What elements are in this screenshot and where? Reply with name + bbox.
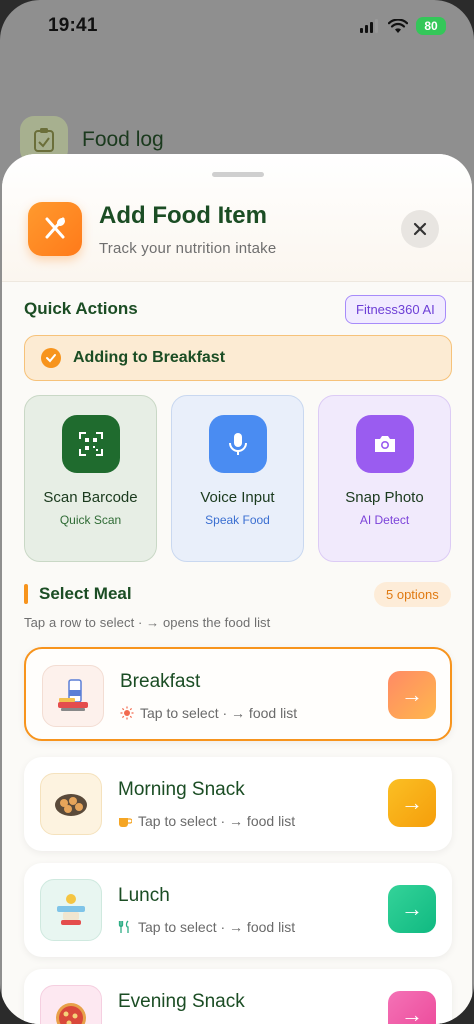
status-time: 19:41 bbox=[48, 15, 98, 36]
section-accent-bar bbox=[24, 584, 28, 604]
meal-row-lunch[interactable]: Lunch Tap to select · → food list → bbox=[24, 863, 452, 957]
meal-title: Breakfast bbox=[120, 671, 201, 692]
voice-input-tile[interactable]: Voice Input Speak Food bbox=[171, 395, 304, 562]
utensils-icon bbox=[118, 920, 129, 933]
qr-scan-icon bbox=[61, 415, 120, 473]
arrow-right-icon: → bbox=[401, 790, 423, 815]
wifi-icon bbox=[388, 18, 408, 33]
close-icon bbox=[413, 222, 427, 236]
breakfast-image bbox=[42, 665, 104, 727]
meal-row-morning-snack[interactable]: Morning Snack Tap to select · → food lis… bbox=[24, 757, 452, 851]
arrow-right-icon: → bbox=[401, 896, 423, 921]
microphone-icon bbox=[208, 415, 267, 473]
signal-icon bbox=[360, 19, 378, 33]
options-count-badge: 5 options bbox=[374, 582, 451, 607]
arrow-right-icon: → bbox=[401, 1002, 423, 1024]
device-screen: 19:41 80 Food log Add Food Item Track yo… bbox=[0, 0, 474, 1024]
select-meal-hint: Tap a row to select · → opens the food l… bbox=[24, 615, 271, 630]
arrow-right-icon: → bbox=[401, 682, 423, 707]
check-icon bbox=[41, 348, 61, 368]
meal-title: Evening Snack bbox=[118, 991, 245, 1012]
fork-knife-icon bbox=[28, 202, 82, 256]
sun-icon bbox=[120, 706, 134, 720]
sheet-title: Add Food Item bbox=[99, 202, 267, 229]
meal-title: Lunch bbox=[118, 885, 170, 906]
status-bar: 19:41 80 bbox=[0, 0, 474, 52]
tile-title: Snap Photo bbox=[345, 489, 424, 506]
drag-handle[interactable] bbox=[212, 172, 264, 177]
lunch-image bbox=[40, 879, 102, 941]
scan-barcode-tile[interactable]: Scan Barcode Quick Scan bbox=[24, 395, 157, 562]
open-food-list-button[interactable]: → bbox=[388, 885, 436, 933]
ai-badge: Fitness360 AI bbox=[345, 295, 446, 324]
sheet-subtitle: Track your nutrition intake bbox=[99, 240, 277, 257]
adding-text: Adding to Breakfast bbox=[73, 349, 226, 366]
status-icons: 80 bbox=[360, 17, 446, 35]
open-food-list-button[interactable]: → bbox=[388, 991, 436, 1024]
snap-photo-tile[interactable]: Snap Photo AI Detect bbox=[318, 395, 451, 562]
tile-subtitle: Quick Scan bbox=[59, 513, 122, 527]
open-food-list-button[interactable]: → bbox=[388, 671, 436, 719]
quick-actions-title: Quick Actions bbox=[24, 299, 138, 318]
meal-row-breakfast[interactable]: Breakfast Tap to select · → food list → bbox=[24, 647, 452, 741]
meal-subtitle: Tap to select · → food list bbox=[118, 813, 295, 829]
coffee-icon bbox=[119, 818, 132, 827]
tile-subtitle: AI Detect bbox=[359, 513, 410, 527]
battery-badge: 80 bbox=[416, 17, 446, 35]
open-food-list-button[interactable]: → bbox=[388, 779, 436, 827]
meal-subtitle-text: Tap to select · → food list bbox=[140, 705, 298, 721]
meal-subtitle: Tap to select · → food list bbox=[120, 705, 297, 721]
meal-subtitle-text: Tap to select · → food list bbox=[138, 919, 296, 935]
tile-title: Scan Barcode bbox=[43, 489, 138, 506]
meal-row-evening-snack[interactable]: Evening Snack → bbox=[24, 969, 452, 1024]
evening-snack-image bbox=[40, 985, 102, 1024]
add-food-sheet: Add Food Item Track your nutrition intak… bbox=[2, 154, 472, 1024]
close-button[interactable] bbox=[401, 210, 439, 248]
sheet-header: Add Food Item Track your nutrition intak… bbox=[2, 154, 472, 282]
select-meal-title: Select Meal bbox=[39, 584, 132, 603]
background-title: Food log bbox=[82, 128, 164, 151]
meal-subtitle-text: Tap to select · → food list bbox=[138, 813, 296, 829]
camera-icon bbox=[355, 415, 414, 473]
tile-title: Voice Input bbox=[200, 489, 275, 506]
adding-to-banner: Adding to Breakfast bbox=[24, 335, 452, 381]
meal-title: Morning Snack bbox=[118, 779, 245, 800]
tile-subtitle: Speak Food bbox=[205, 513, 270, 527]
meal-subtitle: Tap to select · → food list bbox=[118, 919, 295, 935]
morning-snack-image bbox=[40, 773, 102, 835]
